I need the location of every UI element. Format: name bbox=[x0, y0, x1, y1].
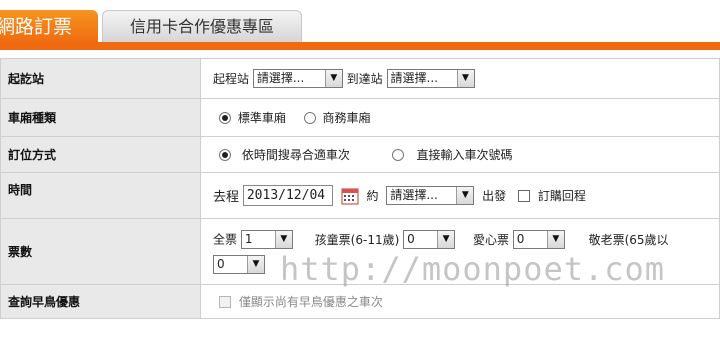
booking-method-row-label: 訂位方式 bbox=[0, 136, 201, 173]
chevron-down-icon: ▼ bbox=[437, 231, 455, 249]
time-row-value: 去程 2013/12/04 約 請選擇... ▼ 出發 訂購回程 bbox=[200, 172, 720, 219]
depart-label: 出發 bbox=[482, 189, 507, 203]
early-bird-checkbox[interactable] bbox=[219, 295, 231, 308]
adult-ticket-value: 1 bbox=[244, 232, 253, 247]
disabled-ticket-select[interactable]: 0 ▼ bbox=[512, 230, 565, 250]
from-station-value: 請選擇... bbox=[256, 71, 305, 85]
senior-ticket-value: 0 bbox=[217, 256, 225, 271]
senior-ticket-select[interactable]: 0 ▼ bbox=[213, 254, 265, 274]
early-bird-row-value: 僅顯示尚有早鳥優惠之車次 bbox=[200, 284, 720, 319]
car-type-row-label: 車廂種類 bbox=[0, 98, 201, 137]
direct-train-number-label: 直接輸入車次號碼 bbox=[416, 148, 513, 162]
from-station-label: 起程站 bbox=[213, 72, 250, 86]
child-ticket-value: 0 bbox=[407, 232, 415, 247]
calendar-icon[interactable] bbox=[341, 187, 359, 205]
adult-ticket-label: 全票 bbox=[213, 232, 238, 247]
chevron-down-icon: ▼ bbox=[456, 70, 474, 87]
disabled-ticket-label: 愛心票 bbox=[472, 232, 509, 247]
disabled-ticket-value: 0 bbox=[516, 232, 525, 247]
station-row-value: 起程站 請選擇... ▼ 到達站 請選擇... ▼ bbox=[200, 58, 720, 99]
early-bird-row-label: 查詢早鳥優惠 bbox=[0, 284, 201, 319]
row-booking-method: 訂位方式 依時間搜尋合適車次 直接輸入車次號碼 bbox=[0, 136, 720, 173]
departure-time-select[interactable]: 請選擇... ▼ bbox=[386, 186, 475, 205]
station-row-label: 起訖站 bbox=[0, 58, 201, 99]
row-early-bird: 查詢早鳥優惠 僅顯示尚有早鳥優惠之車次 bbox=[0, 284, 720, 319]
from-station-select[interactable]: 請選擇... ▼ bbox=[252, 69, 343, 88]
chevron-down-icon: ▼ bbox=[546, 231, 564, 249]
radio-search-by-time[interactable] bbox=[219, 148, 231, 161]
chevron-down-icon: ▼ bbox=[456, 187, 474, 204]
chevron-down-icon: ▼ bbox=[324, 70, 342, 87]
chevron-down-icon: ▼ bbox=[247, 255, 264, 273]
tickets-row-value: 全票 1 ▼ 孩童票(6-11歲) 0 ▼ 愛心票 0 ▼ 敬老票(65歲以 0 ▼ bbox=[200, 218, 720, 285]
tab-online-booking[interactable]: 網路訂票 bbox=[0, 10, 98, 44]
outbound-label: 去程 bbox=[213, 190, 240, 205]
early-bird-checkbox-label: 僅顯示尚有早鳥優惠之車次 bbox=[238, 295, 383, 309]
time-row-label: 時間 bbox=[0, 172, 201, 219]
chevron-down-icon: ▼ bbox=[274, 231, 292, 249]
child-ticket-select[interactable]: 0 ▼ bbox=[403, 230, 456, 250]
departure-time-value: 請選擇... bbox=[390, 188, 438, 202]
booking-form: 起訖站 起程站 請選擇... ▼ 到達站 請選擇... ▼ 車廂種類 標準車廂 商務… bbox=[0, 58, 720, 319]
standard-car-label: 標準車廂 bbox=[237, 111, 286, 125]
return-trip-checkbox[interactable] bbox=[518, 189, 531, 202]
radio-business-car[interactable] bbox=[303, 111, 316, 124]
row-time: 時間 去程 2013/12/04 約 請選擇... ▼ 出發 訂購回程 bbox=[0, 172, 720, 219]
radio-standard-car[interactable] bbox=[219, 111, 231, 124]
radio-direct-train-number[interactable] bbox=[391, 148, 404, 161]
tickets-row-label: 票數 bbox=[0, 218, 201, 285]
search-by-time-label: 依時間搜尋合適車次 bbox=[241, 148, 350, 162]
to-station-select[interactable]: 請選擇... ▼ bbox=[386, 69, 475, 88]
about-label: 約 bbox=[366, 189, 379, 203]
row-station: 起訖站 起程站 請選擇... ▼ 到達站 請選擇... ▼ bbox=[0, 58, 720, 99]
business-car-label: 商務車廂 bbox=[322, 111, 371, 125]
tickets-second-line: 0 ▼ bbox=[213, 252, 719, 276]
tickets-first-line: 全票 1 ▼ 孩童票(6-11歲) 0 ▼ 愛心票 0 ▼ 敬老票(65歲以 bbox=[213, 227, 719, 252]
tab-bar: 網路訂票 信用卡合作優惠專區 bbox=[0, 0, 720, 50]
to-station-value: 請選擇... bbox=[390, 71, 438, 85]
car-type-row-value: 標準車廂 商務車廂 bbox=[200, 98, 720, 137]
to-station-label: 到達站 bbox=[346, 72, 383, 86]
tab-underline bbox=[0, 42, 720, 50]
child-ticket-label: 孩童票(6-11歲) bbox=[314, 232, 400, 247]
adult-ticket-select[interactable]: 1 ▼ bbox=[240, 230, 293, 250]
tab-credit-card-offers[interactable]: 信用卡合作優惠專區 bbox=[102, 10, 302, 42]
departure-date-input[interactable]: 2013/12/04 bbox=[242, 185, 333, 206]
row-tickets: 票數 全票 1 ▼ 孩童票(6-11歲) 0 ▼ 愛心票 0 ▼ 敬老票(65歲以 0… bbox=[0, 218, 720, 285]
booking-method-row-value: 依時間搜尋合適車次 直接輸入車次號碼 bbox=[200, 136, 720, 173]
row-car-type: 車廂種類 標準車廂 商務車廂 bbox=[0, 98, 720, 137]
senior-ticket-label: 敬老票(65歲以 bbox=[588, 232, 669, 247]
return-trip-label: 訂購回程 bbox=[537, 189, 586, 203]
